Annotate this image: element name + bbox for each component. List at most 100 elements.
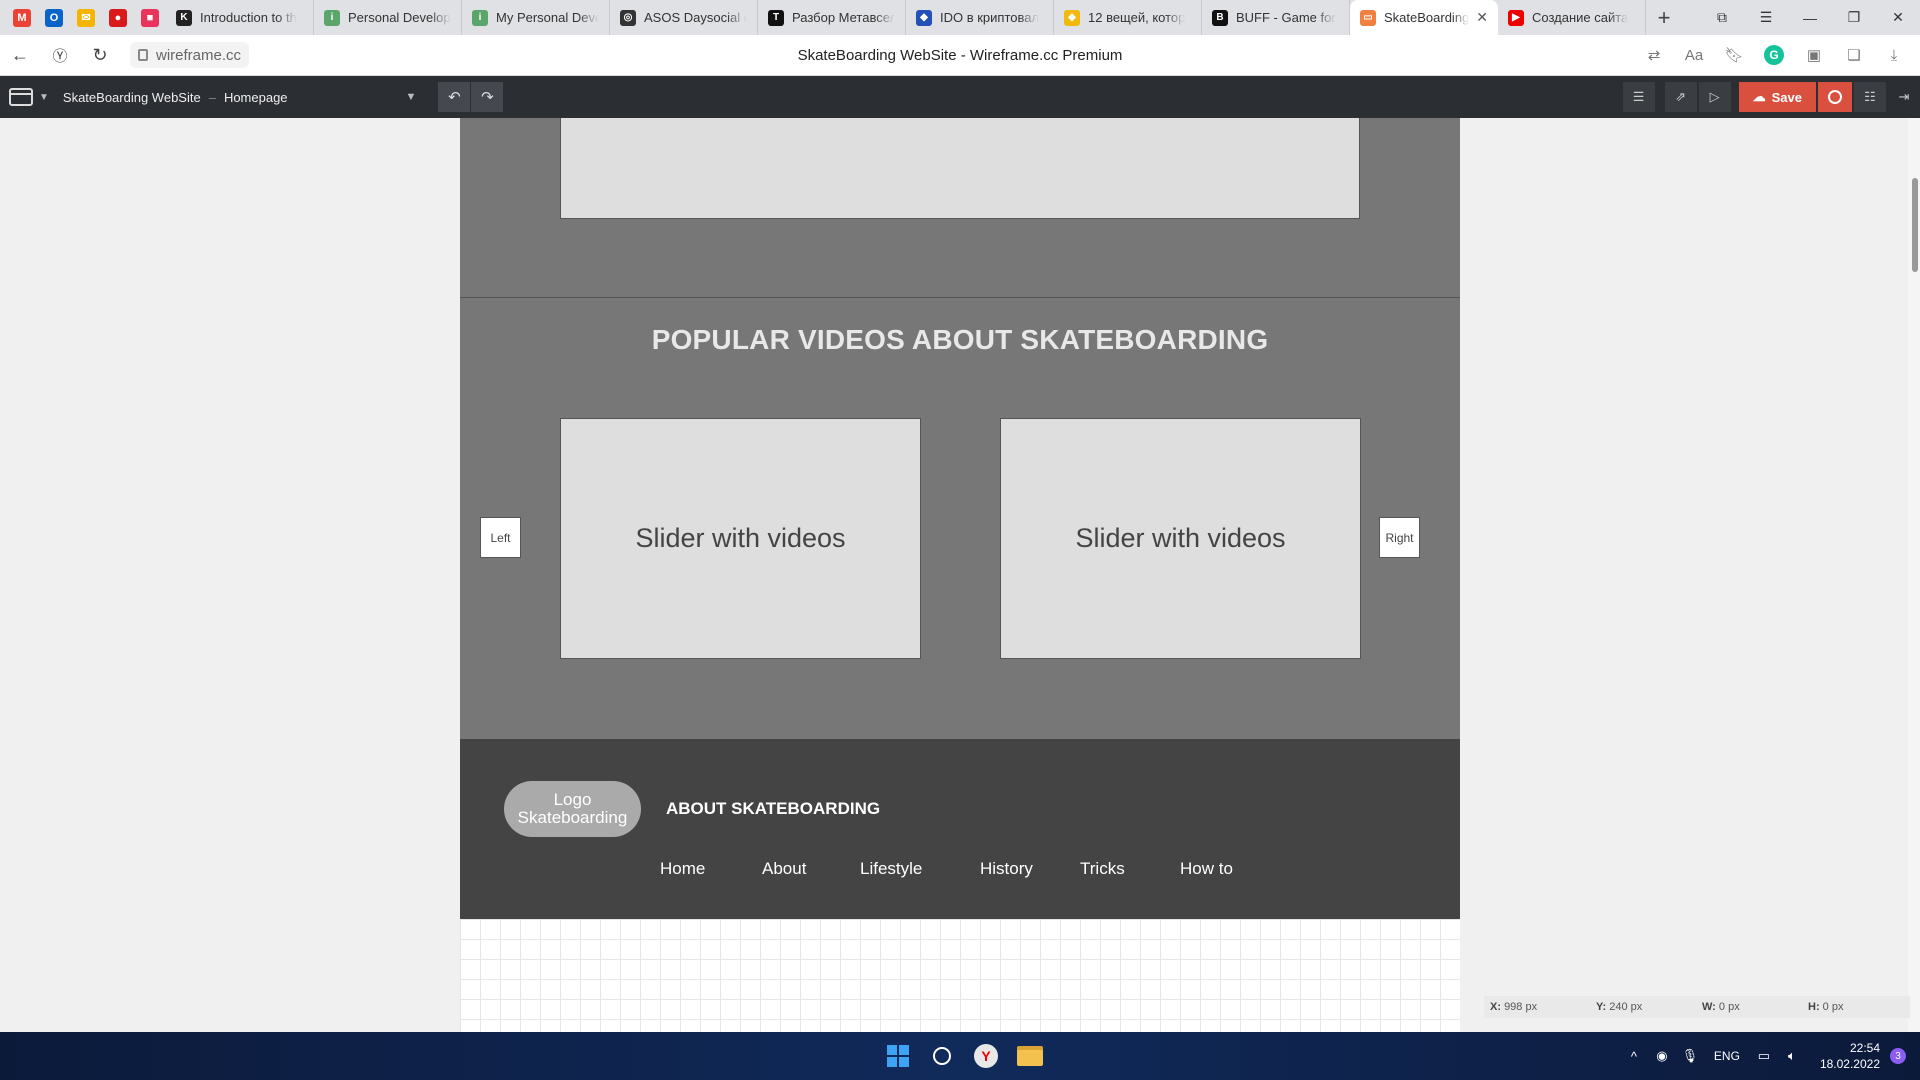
app-icon: ■ [141,8,159,27]
browser-tab[interactable]: i My Personal Deve [462,0,610,35]
popular-videos-section[interactable]: POPULAR VIDEOS ABOUT SKATEBOARDING Left … [460,298,1460,739]
search-icon [933,1047,951,1065]
browser-tab[interactable]: ▶ Создание сайта [1498,0,1646,35]
windows-logo-icon [887,1045,909,1067]
pages-icon[interactable] [9,88,33,106]
page-dropdown-icon[interactable]: ▼ [406,91,417,103]
breadcrumb-separator: – [208,89,216,105]
exit-button[interactable]: ⇥ [1888,82,1920,112]
clock[interactable]: 22:54 18.02.2022 [1820,1040,1880,1072]
section-title[interactable]: POPULAR VIDEOS ABOUT SKATEBOARDING [460,324,1460,356]
reload-button[interactable]: ↻ [80,35,120,75]
share-button[interactable]: ⇗ [1664,82,1697,112]
language-indicator[interactable]: ENG [1714,1049,1740,1063]
footer[interactable]: Logo Skateboarding ABOUT SKATEBOARDING H… [460,739,1460,919]
top-placeholder-box[interactable] [560,118,1360,219]
download-icon[interactable]: ⤓ [1874,35,1914,75]
close-tab-icon[interactable]: ✕ [1472,9,1488,26]
minimize-button[interactable]: — [1788,0,1832,35]
footer-nav-tricks[interactable]: Tricks [1080,859,1125,879]
slider-right-button[interactable]: Right [1379,517,1420,558]
browser-tab[interactable]: B BUFF - Game for [1202,0,1350,35]
extension-icon[interactable]: ▣ [1794,35,1834,75]
h-value: 0 px [1822,1001,1844,1013]
page-name[interactable]: Homepage [224,90,288,105]
start-button[interactable] [876,1034,920,1078]
bookmark-icon[interactable]: 🔖︎ [1714,35,1754,75]
grammarly-icon[interactable]: G [1764,45,1784,65]
person-icon: i [472,9,488,26]
w-value: 0 px [1718,1001,1740,1013]
save-button[interactable]: ☁ Save [1738,82,1816,112]
footer-nav-home[interactable]: Home [660,859,705,879]
menu-icon[interactable]: ☰ [1744,0,1788,35]
pinned-tab[interactable]: ✉ [70,0,102,35]
browser-tab[interactable]: K Introduction to th [166,0,314,35]
browser-tab[interactable]: T Разбор Метавсел [758,0,906,35]
tabs-overview-icon[interactable]: ⧉ [1700,0,1744,35]
restore-button[interactable]: ❐ [1832,0,1876,35]
pinned-tab[interactable]: ● [102,0,134,35]
pinned-tab[interactable]: M [6,0,38,35]
settings-button[interactable]: ☷ [1854,82,1886,112]
project-name[interactable]: SkateBoarding WebSite [63,90,201,105]
system-tray: ^ ◉ 🎙︎ ENG ▭ 🔈︎ 22:54 18.02.2022 3 [1620,1032,1920,1080]
slider-left-button[interactable]: Left [480,517,521,558]
steam-icon[interactable]: ◉ [1648,1048,1676,1064]
footer-nav-lifestyle[interactable]: Lifestyle [860,859,922,879]
wireframe-canvas[interactable]: POPULAR VIDEOS ABOUT SKATEBOARDING Left … [0,118,1920,1032]
mail-envelope-icon: ✉ [77,8,95,27]
chevron-up-icon[interactable]: ^ [1620,1049,1648,1064]
history-button[interactable] [1818,82,1852,112]
browser-tab[interactable]: ◆ 12 вещей, котор [1054,0,1202,35]
footer-nav-how-to[interactable]: How to [1180,859,1233,879]
network-icon[interactable]: ▭ [1750,1048,1778,1064]
browser-tab[interactable]: i Personal Develop [314,0,462,35]
close-window-button[interactable]: ✕ [1876,0,1920,35]
pinned-tab[interactable]: O [38,0,70,35]
file-explorer-button[interactable] [1008,1034,1052,1078]
top-section[interactable] [460,118,1460,298]
toolbar-right: ☰ ⇗ ▷ ☁ Save ☷ ⇥ [1621,82,1920,112]
notification-badge[interactable]: 3 [1890,1048,1906,1064]
collections-icon[interactable]: ❏ [1834,35,1874,75]
ido-icon: ◆ [916,9,932,26]
pinned-tab[interactable]: ■ [134,0,166,35]
tab-title: Personal Develop [348,10,451,25]
t-icon: T [768,9,784,26]
pinned-tabs: M O ✉ ● ■ [0,0,166,35]
footer-title[interactable]: ABOUT SKATEBOARDING [666,799,880,819]
buff-icon: B [1212,9,1228,26]
opera-icon: ● [109,8,127,27]
browser-tab[interactable]: ◎ ASOS Daysocial o [610,0,758,35]
redo-button[interactable]: ↷ [471,82,504,112]
video-slider-right[interactable]: Slider with videos [1000,418,1361,659]
tab-title: SkateBoarding [1384,10,1470,25]
footer-logo[interactable]: Logo Skateboarding [504,781,641,837]
tab-list: K Introduction to th i Personal Develop i My … [166,0,1646,35]
reader-icon[interactable]: Aa [1674,35,1714,75]
tab-title: BUFF - Game for [1236,10,1336,25]
translate-icon[interactable]: ⇄ [1634,35,1674,75]
video-slider-left[interactable]: Slider with videos [560,418,921,659]
microphone-icon[interactable]: 🎙︎ [1676,1048,1704,1064]
empty-grid-area[interactable] [460,919,1460,1032]
save-label: Save [1771,89,1802,105]
comments-button[interactable]: ☰ [1622,82,1655,112]
back-button[interactable]: ← [0,35,40,75]
volume-icon[interactable]: 🔈︎ [1778,1048,1806,1064]
browser-tab[interactable]: ▭ SkateBoarding ✕ [1350,0,1498,35]
footer-nav-history[interactable]: History [980,859,1033,879]
search-button[interactable] [920,1034,964,1078]
yandex-icon[interactable]: Ⓨ [40,35,80,75]
preview-button[interactable]: ▷ [1698,82,1731,112]
tab-title: ASOS Daysocial o [644,10,747,25]
footer-nav-about[interactable]: About [762,859,806,879]
yandex-browser-button[interactable]: Y [964,1034,1008,1078]
browser-tab[interactable]: ◆ IDO в криптовал [906,0,1054,35]
undo-button[interactable]: ↶ [438,82,471,112]
new-tab-button[interactable]: + [1646,0,1682,35]
scrollbar-thumb[interactable] [1912,178,1918,272]
chevron-down-icon[interactable]: ▼ [39,92,49,103]
url-field[interactable]: wireframe.cc [130,42,250,68]
